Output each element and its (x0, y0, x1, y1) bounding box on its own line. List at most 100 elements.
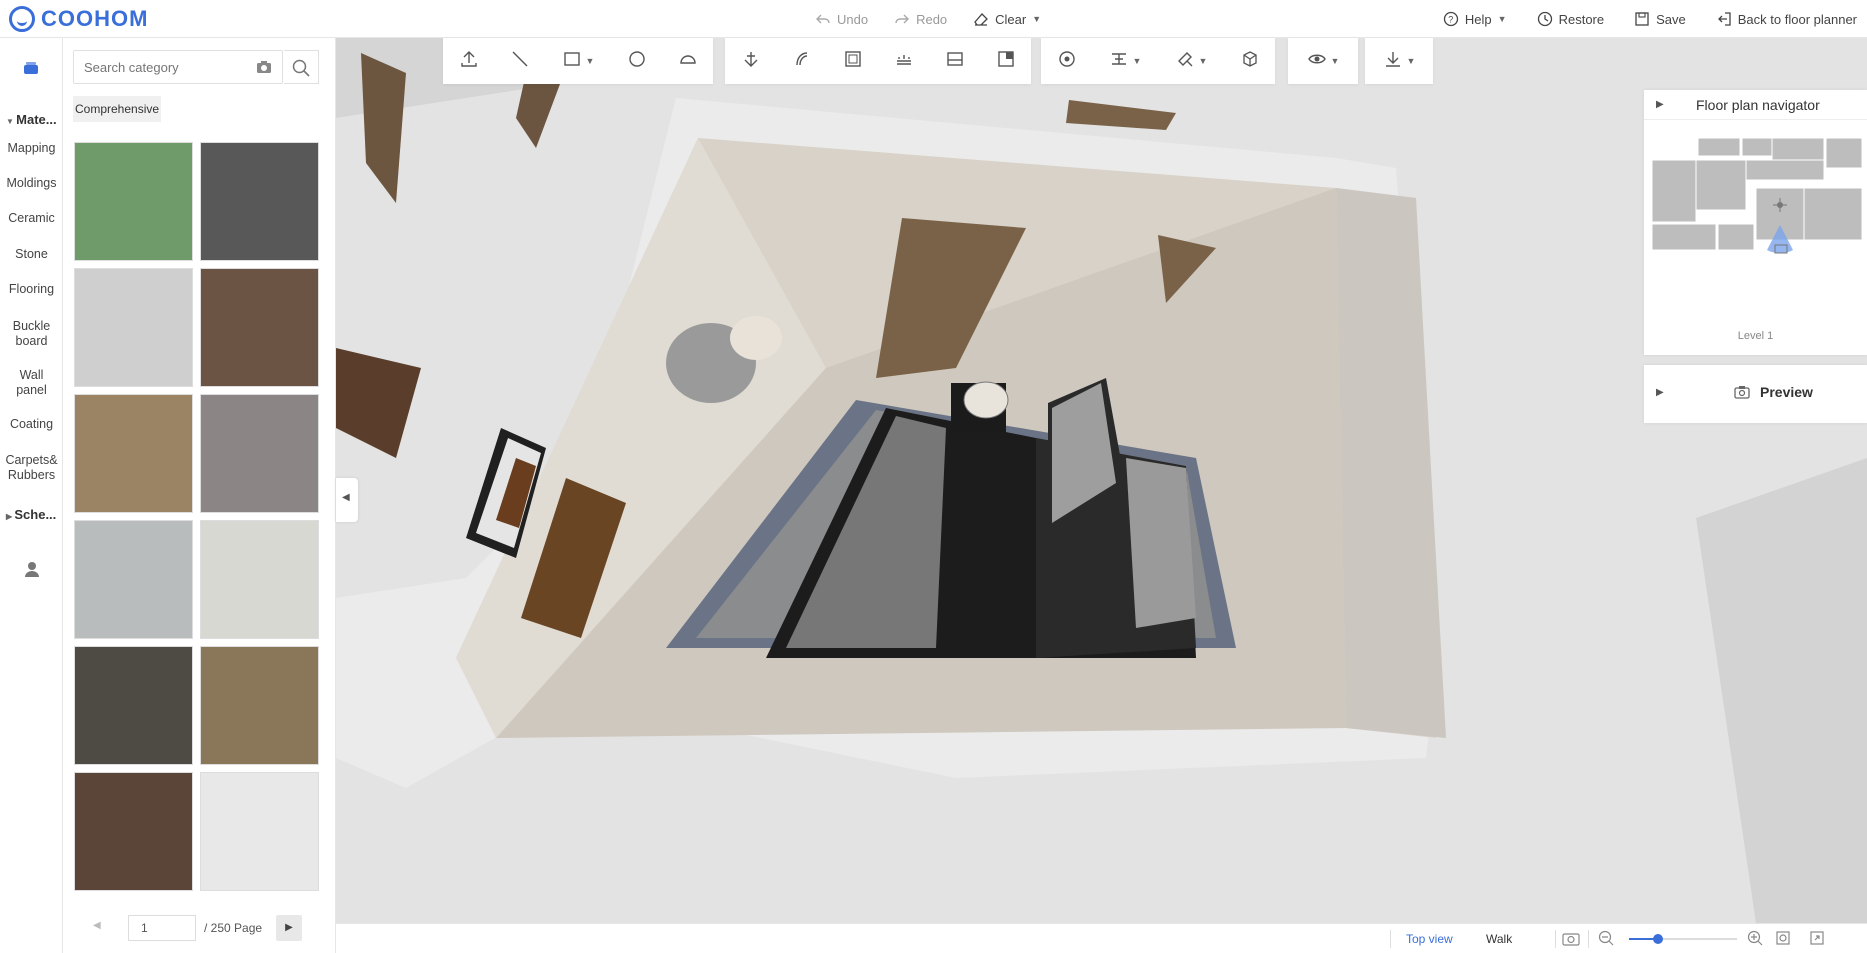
user-icon[interactable] (23, 560, 41, 578)
help-label: Help (1464, 11, 1492, 27)
materials-box-icon[interactable] (22, 60, 40, 76)
panel-tool-button[interactable] (929, 38, 980, 84)
camera-orbit-button[interactable] (1041, 38, 1092, 84)
3d-object-button[interactable] (1224, 38, 1275, 84)
sweep-tool-button[interactable] (776, 38, 827, 84)
navigator-level: Level 1 (1737, 330, 1774, 342)
chevron-down-icon: ▼ (1132, 56, 1142, 66)
material-tile-light-grey-tile[interactable] (74, 268, 193, 387)
category-sidebar: ▼ Mate... Mapping Moldings Ceramic Stone… (0, 38, 63, 953)
chevron-down-icon: ▼ (1198, 56, 1208, 66)
material-tile-brown-textured-wood[interactable] (200, 646, 319, 765)
material-tile-black-white-floral[interactable] (200, 772, 319, 891)
cube-icon (1240, 49, 1260, 74)
material-tile-grey-marble[interactable] (200, 394, 319, 513)
frame-tool-button[interactable] (827, 38, 878, 84)
toolbar-group-draw: ▼ (443, 38, 713, 84)
light-strip-icon (894, 49, 914, 74)
section-schemes[interactable]: ▶ Sche... (6, 507, 56, 522)
search-button[interactable] (284, 50, 319, 84)
filter-chip-comprehensive[interactable]: Comprehensive (73, 96, 162, 122)
sidebar-item-wall-panel[interactable]: Wall panel (0, 368, 63, 398)
circle-tool-button[interactable] (611, 38, 662, 84)
paint-icon (1175, 49, 1195, 74)
material-panel: Comprehensive ◀ 1 / 250 Page ▶ (63, 38, 336, 953)
upload-icon (459, 49, 479, 74)
eraser-icon (973, 11, 989, 27)
material-tile-walnut-planks[interactable] (74, 772, 193, 891)
undo-icon (815, 11, 831, 27)
material-tile-oak-wood[interactable] (74, 394, 193, 513)
chevron-down-icon: ▼ (585, 56, 595, 66)
material-tile-dark-hexagon-tile[interactable] (74, 646, 193, 765)
collapse-panel-toggle[interactable]: ◀ (336, 478, 358, 522)
restore-button[interactable]: Restore (1537, 11, 1604, 27)
visibility-button[interactable]: ▼ (1288, 38, 1358, 84)
sidebar-item-flooring[interactable]: Flooring (0, 282, 63, 297)
search-input[interactable] (74, 51, 244, 83)
zoom-in-icon[interactable] (1747, 930, 1763, 949)
next-page-button[interactable]: ▶ (276, 915, 302, 941)
upload-button[interactable] (443, 38, 494, 84)
fullscreen-icon[interactable] (1809, 930, 1825, 949)
zoom-fit-icon[interactable] (1775, 930, 1791, 949)
eye-circle-icon (1057, 49, 1077, 74)
page-total: / 250 Page (204, 921, 263, 935)
download-button[interactable]: ▼ (1365, 38, 1433, 84)
line-tool-button[interactable] (494, 38, 545, 84)
undo-button[interactable]: Undo (815, 11, 868, 27)
walk-mode-button[interactable]: Walk (1486, 932, 1512, 946)
material-tile-tropical-leaves[interactable] (74, 142, 193, 261)
camera-search-icon[interactable] (256, 60, 272, 79)
navigator-title: Floor plan navigator (1696, 97, 1820, 113)
floor-plan-minimap[interactable] (1652, 130, 1867, 270)
screenshot-icon[interactable] (1562, 930, 1580, 949)
sidebar-item-coating[interactable]: Coating (0, 417, 63, 432)
sidebar-item-ceramic[interactable]: Ceramic (0, 211, 63, 226)
sidebar-item-mapping[interactable]: Mapping (0, 141, 63, 156)
material-tile-grey-wood-planks[interactable] (74, 520, 193, 639)
clock-icon (1537, 11, 1553, 27)
chevron-down-icon: ▼ (1406, 56, 1416, 66)
zoom-out-icon[interactable] (1598, 930, 1614, 949)
collapse-navigator-icon[interactable]: ▶ (1656, 99, 1664, 110)
download-icon (1383, 49, 1403, 74)
redo-icon (894, 11, 910, 27)
top-right-actions: ? Help ▼ Restore Save Back to floor plan… (1443, 0, 1857, 38)
paint-tool-button[interactable]: ▼ (1158, 38, 1224, 84)
clear-button[interactable]: Clear ▼ (973, 11, 1041, 27)
sidebar-item-moldings[interactable]: Moldings (0, 176, 63, 191)
save-label: Save (1656, 11, 1686, 27)
zoom-slider[interactable] (1629, 934, 1737, 944)
light-strip-button[interactable] (878, 38, 929, 84)
redo-button[interactable]: Redo (894, 11, 947, 27)
material-tile-floral-hexagon[interactable] (200, 520, 319, 639)
material-tile-dark-stone-brick[interactable] (200, 142, 319, 261)
circle-icon (627, 49, 647, 74)
3d-viewport[interactable] (336, 38, 1867, 923)
anchor-tool-button[interactable] (725, 38, 776, 84)
expand-preview-icon[interactable]: ▶ (1656, 387, 1664, 398)
section-materials[interactable]: ▼ Mate... (6, 112, 57, 127)
arc-tool-button[interactable] (662, 38, 713, 84)
preview-panel[interactable]: ▶ Preview (1644, 365, 1867, 423)
align-tool-button[interactable]: ▼ (1092, 38, 1158, 84)
page-number-input[interactable]: 1 (128, 915, 196, 941)
back-to-floor-planner-button[interactable]: Back to floor planner (1716, 11, 1857, 27)
help-button[interactable]: ? Help ▼ (1443, 11, 1507, 27)
sidebar-item-carpets-rubbers[interactable]: Carpets& Rubbers (0, 453, 63, 483)
split-tool-button[interactable] (980, 38, 1031, 84)
exit-icon (1716, 11, 1732, 27)
coohom-logo-icon (9, 6, 35, 32)
rectangle-tool-button[interactable]: ▼ (545, 38, 611, 84)
material-tile-dark-wood[interactable] (200, 268, 319, 387)
sidebar-item-stone[interactable]: Stone (0, 247, 63, 262)
anchor-icon (741, 49, 761, 74)
toolbar-group-export: ▼ (1365, 38, 1433, 84)
sidebar-item-buckle-board[interactable]: Buckle board (0, 319, 63, 349)
top-view-button[interactable]: Top view (1406, 932, 1453, 946)
align-icon (1109, 49, 1129, 74)
prev-page-icon[interactable]: ◀ (93, 920, 101, 931)
logo-text: COOHOM (41, 6, 149, 31)
save-button[interactable]: Save (1634, 11, 1686, 27)
